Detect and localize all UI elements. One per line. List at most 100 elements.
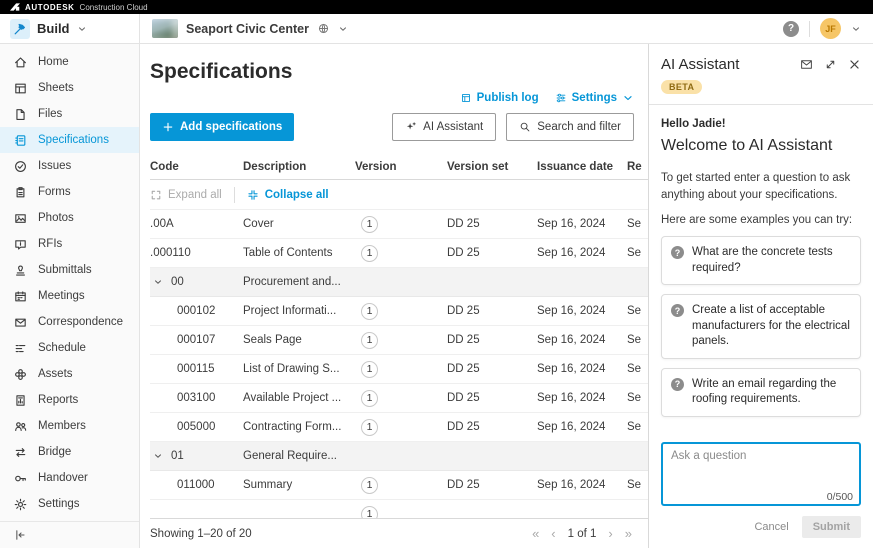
sidebar: HomeSheetsFilesSpecificationsIssuesForms…: [0, 44, 140, 548]
sidebar-item-files[interactable]: Files: [0, 101, 139, 127]
publish-log-link[interactable]: Publish log: [460, 92, 539, 104]
close-panel-icon[interactable]: [848, 58, 861, 71]
column-header-re[interactable]: Re: [627, 161, 648, 173]
add-specifications-button[interactable]: Add specifications: [150, 113, 294, 141]
table-row-003100[interactable]: 003100Available Project ...1DD 25Sep 16,…: [150, 384, 648, 413]
example-chip-2[interactable]: ?Create a list of acceptable manufacture…: [661, 294, 861, 359]
sidebar-item-submittals[interactable]: Submittals: [0, 257, 139, 283]
sidebar-item-sheets[interactable]: Sheets: [0, 75, 139, 101]
ai-panel-header: AI Assistant BETA: [649, 44, 873, 105]
section-row-01[interactable]: 01General Require...: [150, 442, 648, 471]
sidebar-item-specifications[interactable]: Specifications: [0, 127, 139, 153]
avatar[interactable]: JF: [820, 18, 841, 39]
section-row-00[interactable]: 00Procurement and...: [150, 268, 648, 297]
example-chip-3[interactable]: ?Write an email regarding the roofing re…: [661, 368, 861, 417]
chevron-down-icon[interactable]: [153, 277, 163, 287]
sidebar-item-issues[interactable]: Issues: [0, 153, 139, 179]
version-cell: 1: [355, 477, 447, 494]
sidebar-item-settings[interactable]: Settings: [0, 491, 139, 517]
top-bar: AUTODESK Construction Cloud: [0, 0, 873, 14]
sidebar-item-label: Correspondence: [38, 316, 123, 328]
version-badge[interactable]: 1: [361, 419, 378, 436]
trailing-cell: Se: [627, 334, 648, 346]
cancel-button[interactable]: Cancel: [754, 521, 788, 533]
sidebar-item-members[interactable]: Members: [0, 413, 139, 439]
sidebar-item-schedule[interactable]: Schedule: [0, 335, 139, 361]
version-badge[interactable]: 1: [361, 245, 378, 262]
version-badge[interactable]: 1: [361, 361, 378, 378]
account-caret-icon[interactable]: [851, 24, 861, 34]
sidebar-item-handover[interactable]: Handover: [0, 465, 139, 491]
table-row-005000[interactable]: 005000Contracting Form...1DD 25Sep 16, 2…: [150, 413, 648, 442]
expand-panel-icon[interactable]: [824, 58, 837, 71]
settings-link[interactable]: Settings: [555, 92, 634, 104]
sidebar-item-correspondence[interactable]: Correspondence: [0, 309, 139, 335]
version-set-cell: DD 25: [447, 479, 537, 491]
table-row-000107[interactable]: 000107Seals Page1DD 25Sep 16, 2024Se: [150, 326, 648, 355]
column-header-code[interactable]: Code: [150, 161, 243, 173]
version-badge[interactable]: 1: [361, 303, 378, 320]
sidebar-item-label: Photos: [38, 212, 74, 224]
prev-page-button[interactable]: ‹: [551, 526, 555, 541]
sidebar-collapse-button[interactable]: [0, 521, 139, 548]
version-set-cell: DD 25: [447, 334, 537, 346]
last-page-button[interactable]: »: [625, 526, 632, 541]
ai-panel-actions: Cancel Submit: [649, 511, 873, 548]
version-badge[interactable]: 1: [361, 216, 378, 233]
table-row-00A[interactable]: .00ACover1DD 25Sep 16, 2024Se: [150, 210, 648, 239]
brand-suffix: Construction Cloud: [80, 3, 148, 12]
table-row-000115[interactable]: 000115List of Drawing S...1DD 25Sep 16, …: [150, 355, 648, 384]
ai-assistant-panel: AI Assistant BETA Hello Jadie! Welcome t…: [648, 44, 873, 548]
ai-panel-body: Hello Jadie! Welcome to AI Assistant To …: [649, 105, 873, 438]
main-content: Specifications Publish log Settings Add …: [140, 44, 648, 548]
table-row-000102[interactable]: 000102Project Informati...1DD 25Sep 16, …: [150, 297, 648, 326]
version-badge[interactable]: 1: [361, 506, 378, 519]
section-code: 01: [171, 450, 184, 462]
feedback-envelope-icon[interactable]: [800, 58, 813, 71]
publish-log-label: Publish log: [477, 92, 539, 104]
ai-panel-header-icons: [800, 58, 861, 71]
column-header-version-set[interactable]: Version set: [447, 161, 537, 173]
sidebar-item-rfis[interactable]: RFIs: [0, 231, 139, 257]
project-selector[interactable]: Seaport Civic Center: [140, 14, 783, 43]
ai-assistant-button[interactable]: AI Assistant: [392, 113, 496, 141]
column-header-description[interactable]: Description: [243, 161, 355, 173]
example-chip-1[interactable]: ?What are the concrete tests required?: [661, 236, 861, 285]
help-icon[interactable]: ?: [783, 21, 799, 37]
project-caret-icon: [338, 24, 348, 34]
version-badge[interactable]: 1: [361, 477, 378, 494]
chevron-down-icon[interactable]: [153, 451, 163, 461]
expand-all-icon: [150, 189, 162, 201]
version-cell: 1: [355, 419, 447, 436]
table-row-partial[interactable]: 1: [150, 500, 648, 518]
collapse-all-button[interactable]: Collapse all: [247, 189, 329, 201]
version-badge[interactable]: 1: [361, 390, 378, 407]
expand-all-label: Expand all: [168, 189, 222, 201]
sidebar-item-label: Submittals: [38, 264, 92, 276]
table-row-011000[interactable]: 011000Summary1DD 25Sep 16, 2024Se: [150, 471, 648, 500]
pagination: « ‹ 1 of 1 › »: [532, 526, 632, 541]
specifications-icon: [13, 133, 28, 148]
first-page-button[interactable]: «: [532, 526, 539, 541]
sidebar-item-assets[interactable]: Assets: [0, 361, 139, 387]
sidebar-item-forms[interactable]: Forms: [0, 179, 139, 205]
sidebar-item-reports[interactable]: Reports: [0, 387, 139, 413]
version-cell: 1: [355, 245, 447, 262]
column-header-version[interactable]: Version: [355, 161, 447, 173]
sidebar-item-photos[interactable]: Photos: [0, 205, 139, 231]
sliders-icon: [555, 92, 567, 104]
next-page-button[interactable]: ›: [608, 526, 612, 541]
product-selector[interactable]: Build: [0, 14, 140, 43]
submit-button[interactable]: Submit: [802, 516, 861, 538]
sidebar-item-home[interactable]: Home: [0, 49, 139, 75]
search-filter-button[interactable]: Search and filter: [506, 113, 634, 141]
column-header-issuance-date[interactable]: Issuance date: [537, 161, 627, 173]
settings-label: Settings: [572, 92, 617, 104]
example-chip-label: Write an email regarding the roofing req…: [692, 377, 851, 408]
sidebar-item-bridge[interactable]: Bridge: [0, 439, 139, 465]
product-caret-icon: [77, 24, 87, 34]
version-badge[interactable]: 1: [361, 332, 378, 349]
sidebar-item-meetings[interactable]: Meetings: [0, 283, 139, 309]
table-row-000110[interactable]: .000110Table of Contents1DD 25Sep 16, 20…: [150, 239, 648, 268]
expand-all-button[interactable]: Expand all: [150, 189, 222, 201]
